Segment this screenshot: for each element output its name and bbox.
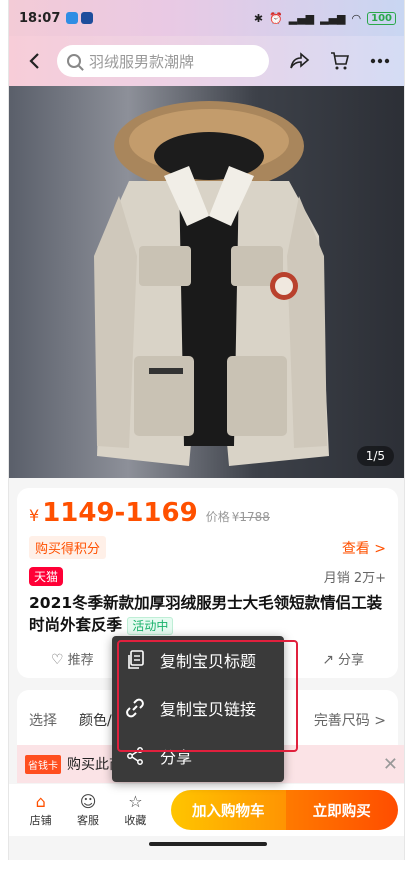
product-title: 2021冬季新款加厚羽绒服男士大毛领短款情侣工装时尚外套反季 活动中 [29, 592, 386, 637]
spec-label: 选择 [29, 713, 57, 729]
top-nav: 羽绒服男款潮牌 [9, 36, 404, 86]
price-row: ¥ 1149-1169 价格 ¥ 1788 [29, 498, 386, 528]
copy-link-menu-item[interactable]: 复制宝贝链接 [112, 684, 284, 732]
app-notification-icon [81, 12, 94, 24]
original-price-label: 价格 [205, 510, 230, 524]
copy-title-menu-item[interactable]: 复制宝贝标题 [112, 636, 284, 684]
share-arrow-icon: ↗ [322, 652, 334, 668]
status-bar: 18:07 ✱ ⏰ ▂▄▆ ▂▄▆ ◠ 100 [9, 0, 404, 36]
favorite-button[interactable]: ☆ 收藏 [112, 792, 159, 828]
copy-link-label: 复制宝贝链接 [160, 700, 257, 719]
search-placeholder: 羽绒服男款潮牌 [89, 52, 195, 71]
status-time: 18:07 [19, 10, 61, 26]
battery-icon: 100 [367, 11, 396, 25]
search-icon [67, 54, 81, 68]
savings-card-tag: 省钱卡 [25, 754, 61, 774]
store-icon: ⌂ [35, 792, 46, 811]
wifi-icon: ◠ [351, 11, 362, 25]
star-icon: ☆ [128, 792, 143, 811]
store-label: 店铺 [29, 814, 52, 827]
close-icon[interactable]: ✕ [383, 754, 398, 775]
status-icons: ✱ ⏰ ▂▄▆ ▂▄▆ ◠ 100 [253, 11, 396, 25]
copy-icon [124, 650, 146, 670]
see-link[interactable]: 查看 > [342, 538, 386, 558]
product-image[interactable]: 1/5 [9, 86, 404, 478]
tmall-badge: 天猫 [29, 567, 64, 586]
original-currency: ¥ [231, 510, 240, 524]
share-menu-item[interactable]: 分享 [112, 732, 284, 780]
store-button[interactable]: ⌂ 店铺 [17, 792, 64, 828]
heart-icon: ♡ [51, 652, 64, 668]
points-tag: 购买得积分 [29, 536, 107, 559]
original-price: 1788 [239, 510, 270, 524]
signal-icon: ▂▄▆ [288, 11, 315, 25]
search-input[interactable]: 羽绒服男款潮牌 [57, 45, 269, 77]
nav-actions [288, 49, 398, 73]
bluetooth-icon: ✱ [253, 11, 264, 25]
phone-screen: 18:07 ✱ ⏰ ▂▄▆ ▂▄▆ ◠ 100 羽绒服男款潮牌 1/5 ¥ 11… [0, 0, 413, 871]
link-icon [124, 698, 146, 718]
back-icon[interactable] [17, 44, 51, 78]
monthly-sales: 月销 2万+ [323, 571, 386, 586]
points-row: 购买得积分 查看 > [29, 536, 386, 559]
size-link[interactable]: 完善尺码 > [314, 710, 386, 740]
spec-value: 颜色/ [79, 713, 112, 729]
buy-now-button[interactable]: 立即购买 [285, 790, 398, 830]
favorite-label: 收藏 [124, 814, 147, 827]
more-icon[interactable] [368, 49, 392, 73]
store-row: 天猫 月销 2万+ [29, 567, 386, 586]
recommend-button[interactable]: ♡ 推荐 [51, 649, 94, 668]
cart-icon[interactable] [328, 49, 352, 73]
alarm-icon: ⏰ [269, 11, 283, 25]
product-title-text: 2021冬季新款加厚羽绒服男士大毛领短款情侣工装时尚外套反季 [29, 594, 383, 634]
share-icon[interactable] [288, 49, 312, 73]
share-icon [124, 746, 146, 766]
currency-symbol: ¥ [29, 506, 40, 525]
share-menu-label: 分享 [160, 748, 193, 767]
share-button[interactable]: ↗ 分享 [322, 649, 364, 668]
copy-title-label: 复制宝贝标题 [160, 652, 257, 671]
service-label: 客服 [77, 814, 100, 827]
recommend-label: 推荐 [67, 653, 94, 668]
service-button[interactable]: ☺ 客服 [64, 792, 111, 828]
jacket-illustration [94, 101, 329, 466]
signal-icon-2: ▂▄▆ [320, 11, 346, 25]
telegram-icon [66, 12, 79, 24]
image-pager: 1/5 [356, 446, 394, 466]
add-to-cart-button[interactable]: 加入购物车 [171, 790, 286, 830]
share-label: 分享 [337, 653, 364, 668]
bottom-bar: ⌂ 店铺 ☺ 客服 ☆ 收藏 加入购物车 立即购买 [9, 784, 404, 836]
chat-icon: ☺ [79, 792, 97, 811]
price-range: 1149-1169 [42, 498, 198, 528]
context-menu: 复制宝贝标题 复制宝贝链接 分享 [112, 636, 284, 782]
home-indicator[interactable] [149, 842, 267, 846]
active-tag: 活动中 [127, 617, 174, 635]
